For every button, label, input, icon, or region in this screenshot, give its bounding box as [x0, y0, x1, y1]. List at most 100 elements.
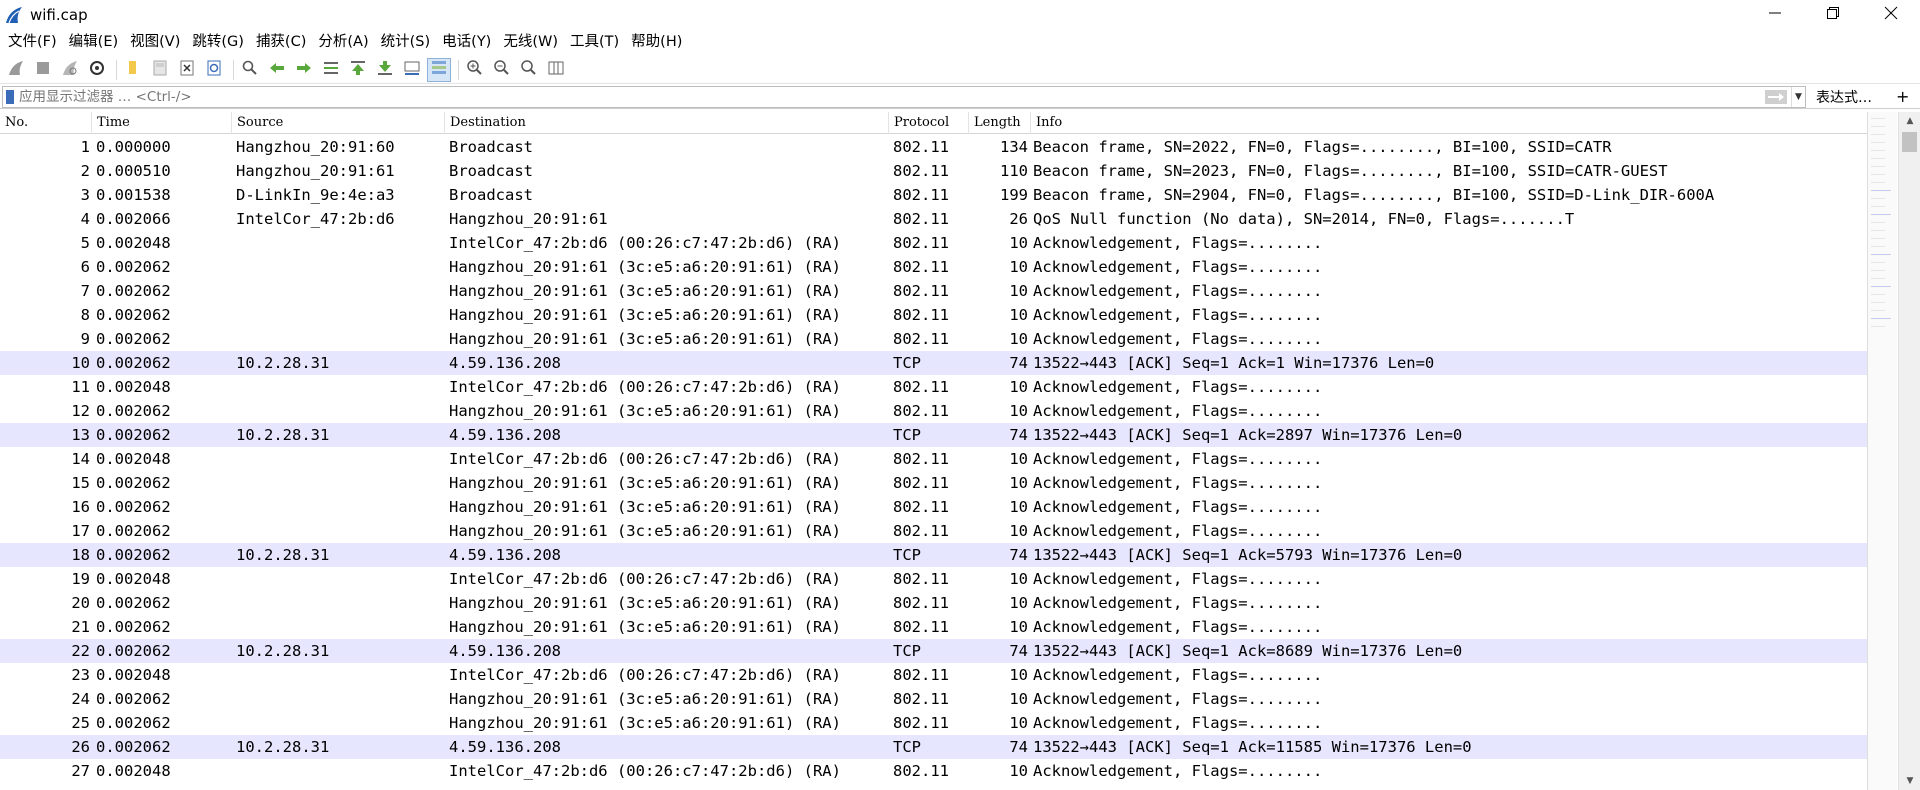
menu-edit[interactable]: 编辑(E): [63, 30, 124, 54]
start-capture-button[interactable]: [4, 58, 28, 82]
menu-capture[interactable]: 捕获(C): [250, 30, 312, 54]
expression-button[interactable]: 表达式…: [1816, 87, 1872, 107]
menu-wireless[interactable]: 无线(W): [497, 30, 564, 54]
go-back-button[interactable]: [265, 58, 289, 82]
packet-row[interactable]: 27 0.002048 IntelCor_47:2b:d6 (00:26:c7:47…: [0, 759, 1867, 783]
packet-row[interactable]: 11 0.002048 IntelCor_47:2b:d6 (00:26:c7:47…: [0, 375, 1867, 399]
restart-capture-button[interactable]: [58, 58, 82, 82]
cell-time: 0.002062: [96, 642, 171, 660]
column-header-source[interactable]: Source: [232, 112, 445, 134]
packet-row[interactable]: 5 0.002048 IntelCor_47:2b:d6 (00:26:c7:47:…: [0, 231, 1867, 255]
chevron-down-icon: ▼: [1906, 776, 1914, 786]
cell-source: [236, 567, 441, 591]
column-header-destination[interactable]: Destination: [445, 112, 889, 134]
packet-row[interactable]: 22 0.002062 10.2.28.31 4.59.136.208 TCP 74 135…: [0, 639, 1867, 663]
open-file-button[interactable]: [121, 58, 145, 82]
find-packet-button[interactable]: [238, 58, 262, 82]
packet-row[interactable]: 16 0.002062 Hangzhou_20:91:61 (3c:e5:a6:20…: [0, 495, 1867, 519]
filter-history-dropdown[interactable]: ▼: [1791, 86, 1805, 107]
menu-file[interactable]: 文件(F): [2, 30, 63, 54]
packet-row[interactable]: 26 0.002062 10.2.28.31 4.59.136.208 TCP 74 135…: [0, 735, 1867, 759]
packet-row[interactable]: 25 0.002062 Hangzhou_20:91:61 (3c:e5:a6:20…: [0, 711, 1867, 735]
normal-size-button[interactable]: [517, 58, 541, 82]
minimap-mark: [1871, 118, 1885, 119]
autoscroll-button[interactable]: [400, 58, 424, 82]
packet-row[interactable]: 2 0.000510 Hangzhou_20:91:61 Broadcast 802.1…: [0, 159, 1867, 183]
menu-tools[interactable]: 工具(T): [564, 30, 625, 54]
menu-statistics[interactable]: 统计(S): [375, 30, 437, 54]
menu-help[interactable]: 帮助(H): [625, 30, 688, 54]
menu-view[interactable]: 视图(V): [124, 30, 186, 54]
packet-row[interactable]: 15 0.002062 Hangzhou_20:91:61 (3c:e5:a6:20…: [0, 471, 1867, 495]
packet-row[interactable]: 23 0.002048 IntelCor_47:2b:d6 (00:26:c7:47…: [0, 663, 1867, 687]
column-header-protocol[interactable]: Protocol: [889, 112, 969, 134]
packet-row[interactable]: 4 0.002066 IntelCor_47:2b:d6 Hangzhou_20:91…: [0, 207, 1867, 231]
packet-row[interactable]: 9 0.002062 Hangzhou_20:91:61 (3c:e5:a6:20:…: [0, 327, 1867, 351]
cell-length: 26: [1009, 210, 1028, 228]
menu-telephony[interactable]: 电话(Y): [436, 30, 497, 54]
cell-source: 10.2.28.31: [236, 738, 330, 756]
packet-row[interactable]: 1 0.000000 Hangzhou_20:91:60 Broadcast 802.1…: [0, 135, 1867, 159]
cell-info: Acknowledgement, Flags=........: [1033, 522, 1323, 540]
packet-row[interactable]: 8 0.002062 Hangzhou_20:91:61 (3c:e5:a6:20:…: [0, 303, 1867, 327]
packet-row[interactable]: 6 0.002062 Hangzhou_20:91:61 (3c:e5:a6:20:…: [0, 255, 1867, 279]
save-file-button[interactable]: [148, 58, 172, 82]
shark-fin-start-icon: [7, 59, 25, 81]
add-filter-button[interactable]: +: [1896, 87, 1909, 106]
first-packet-button[interactable]: [346, 58, 370, 82]
go-to-packet-button[interactable]: [319, 58, 343, 82]
packet-row[interactable]: 14 0.002048 IntelCor_47:2b:d6 (00:26:c7:47…: [0, 447, 1867, 471]
cell-time: 0.002062: [96, 306, 171, 324]
packet-list-scrollbar[interactable]: ▲ ▼: [1898, 112, 1920, 790]
chevron-up-icon: ▲: [1906, 116, 1914, 126]
scroll-down-button[interactable]: ▼: [1899, 772, 1920, 790]
resize-columns-button[interactable]: [544, 58, 568, 82]
packet-minimap[interactable]: [1867, 112, 1897, 790]
minimap-mark: [1871, 206, 1885, 207]
cell-no: 3: [80, 186, 90, 204]
packet-row[interactable]: 19 0.002048 IntelCor_47:2b:d6 (00:26:c7:47…: [0, 567, 1867, 591]
packet-row[interactable]: 18 0.002062 10.2.28.31 4.59.136.208 TCP 74 135…: [0, 543, 1867, 567]
zoom-in-button[interactable]: [463, 58, 487, 82]
scrollbar-thumb[interactable]: [1902, 132, 1917, 152]
zoom-out-button[interactable]: [490, 58, 514, 82]
packet-row[interactable]: 20 0.002062 Hangzhou_20:91:61 (3c:e5:a6:20…: [0, 591, 1867, 615]
cell-protocol: 802.11: [893, 378, 949, 396]
column-header-no[interactable]: No.: [0, 112, 92, 134]
minimize-button[interactable]: [1746, 0, 1804, 30]
packet-row[interactable]: 24 0.002062 Hangzhou_20:91:61 (3c:e5:a6:20…: [0, 687, 1867, 711]
apply-filter-button[interactable]: [1765, 88, 1787, 106]
packet-row[interactable]: 3 0.001538 D-LinkIn_9e:4e:a3 Broadcast 802.1…: [0, 183, 1867, 207]
packet-row[interactable]: 10 0.002062 10.2.28.31 4.59.136.208 TCP 74 135…: [0, 351, 1867, 375]
display-filter-input[interactable]: [19, 88, 1765, 105]
arrow-right-icon: [1767, 88, 1785, 106]
menu-go[interactable]: 跳转(G): [186, 30, 250, 54]
cell-destination: Hangzhou_20:91:61: [449, 210, 608, 228]
packet-row[interactable]: 17 0.002062 Hangzhou_20:91:61 (3c:e5:a6:20…: [0, 519, 1867, 543]
cell-protocol: TCP: [893, 354, 921, 372]
go-forward-button[interactable]: [292, 58, 316, 82]
close-file-button[interactable]: [175, 58, 199, 82]
column-header-info[interactable]: Info: [1031, 112, 1867, 134]
menu-analyze[interactable]: 分析(A): [312, 30, 374, 54]
cell-protocol: 802.11: [893, 666, 949, 684]
last-packet-button[interactable]: [373, 58, 397, 82]
colorize-button[interactable]: [427, 57, 451, 82]
scroll-up-button[interactable]: ▲: [1899, 112, 1920, 130]
close-button[interactable]: [1862, 0, 1920, 30]
column-header-length[interactable]: Length: [969, 112, 1031, 134]
stop-capture-button[interactable]: [31, 58, 55, 82]
cell-info: Acknowledgement, Flags=........: [1033, 618, 1323, 636]
packet-row[interactable]: 13 0.002062 10.2.28.31 4.59.136.208 TCP 74 135…: [0, 423, 1867, 447]
packet-row[interactable]: 12 0.002062 Hangzhou_20:91:61 (3c:e5:a6:20…: [0, 399, 1867, 423]
reload-file-button[interactable]: [202, 58, 226, 82]
minimap-mark: [1871, 310, 1885, 311]
cell-length: 10: [1009, 714, 1028, 732]
restore-button[interactable]: [1804, 0, 1862, 30]
cell-info: Acknowledgement, Flags=........: [1033, 258, 1323, 276]
packet-row[interactable]: 21 0.002062 Hangzhou_20:91:61 (3c:e5:a6:20…: [0, 615, 1867, 639]
capture-options-button[interactable]: [85, 58, 109, 82]
column-header-time[interactable]: Time: [92, 112, 232, 134]
filter-bookmark-icon[interactable]: [6, 89, 14, 104]
packet-row[interactable]: 7 0.002062 Hangzhou_20:91:61 (3c:e5:a6:20:…: [0, 279, 1867, 303]
